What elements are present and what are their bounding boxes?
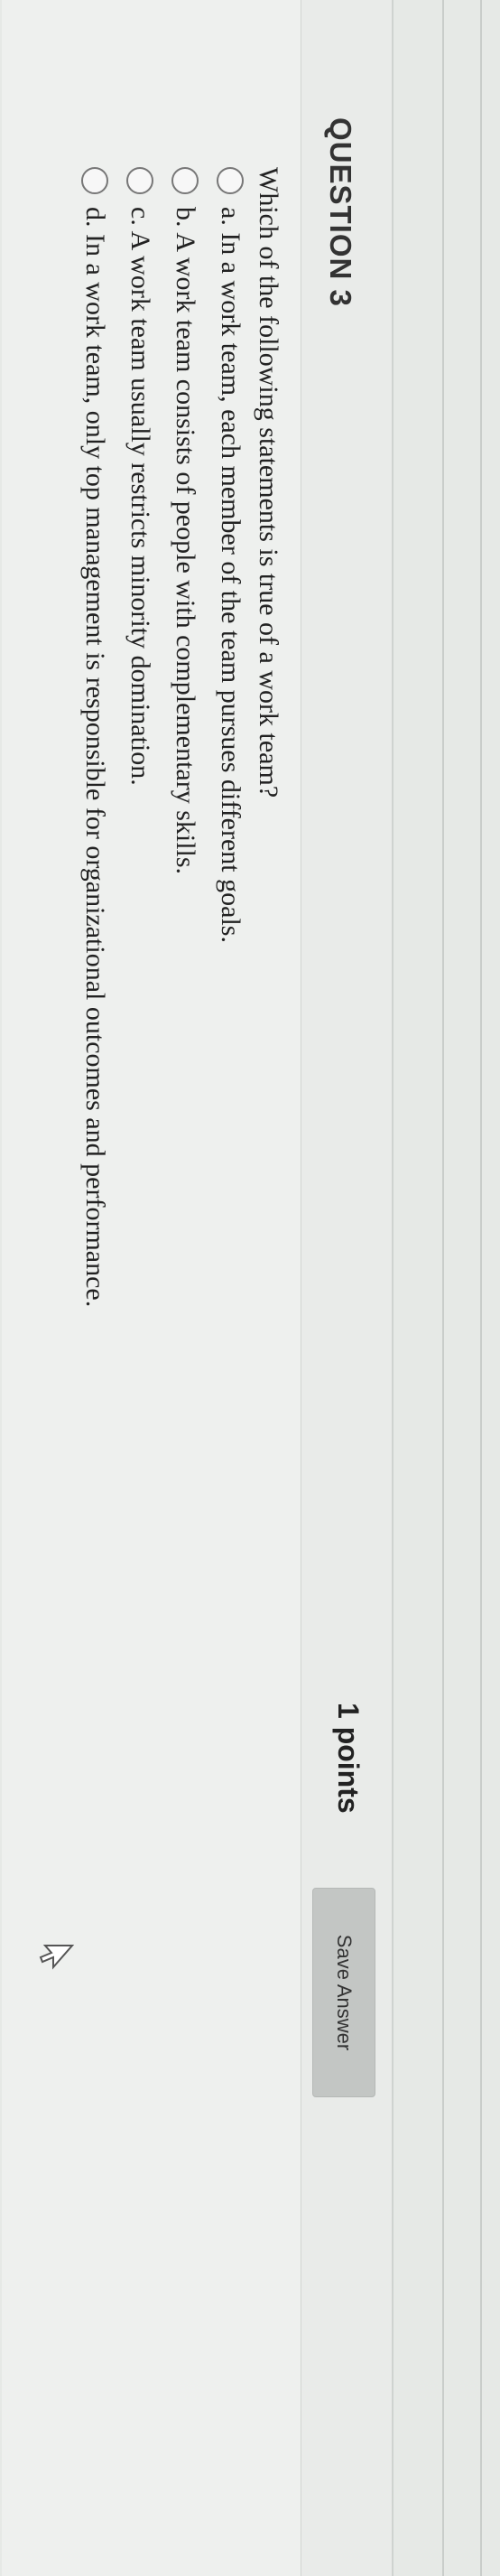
question-text: Which of the following statements is tru…	[254, 167, 283, 798]
mouse-pointer-icon	[39, 1945, 75, 1970]
question-panel: QUESTION 3 1 points Save Answer Which of…	[2, 0, 394, 2576]
radio-button-icon[interactable]	[171, 167, 199, 194]
radio-button-icon[interactable]	[81, 167, 108, 194]
option-a[interactable]: a. In a work team, each member of the te…	[215, 167, 245, 943]
option-b[interactable]: b. A work team consists of people with c…	[170, 167, 200, 874]
divider	[480, 0, 482, 2576]
option-label: c. A work team usually restricts minorit…	[125, 207, 155, 786]
points-label: 1 points	[332, 1703, 365, 1814]
question-title: QUESTION 3	[324, 117, 357, 307]
option-label: d. In a work team, only top management i…	[80, 207, 110, 1308]
radio-button-icon[interactable]	[126, 167, 153, 194]
save-answer-button[interactable]: Save Answer	[312, 1888, 375, 2097]
option-c[interactable]: c. A work team usually restricts minorit…	[125, 167, 155, 786]
option-label: b. A work team consists of people with c…	[171, 207, 200, 875]
option-label: a. In a work team, each member of the te…	[216, 207, 245, 943]
divider	[442, 0, 444, 2576]
radio-button-icon[interactable]	[217, 167, 244, 194]
screen: QUESTION 3 1 points Save Answer Which of…	[0, 0, 500, 2576]
option-d[interactable]: d. In a work team, only top management i…	[79, 167, 110, 1307]
question-header: QUESTION 3 1 points Save Answer	[301, 0, 392, 2576]
